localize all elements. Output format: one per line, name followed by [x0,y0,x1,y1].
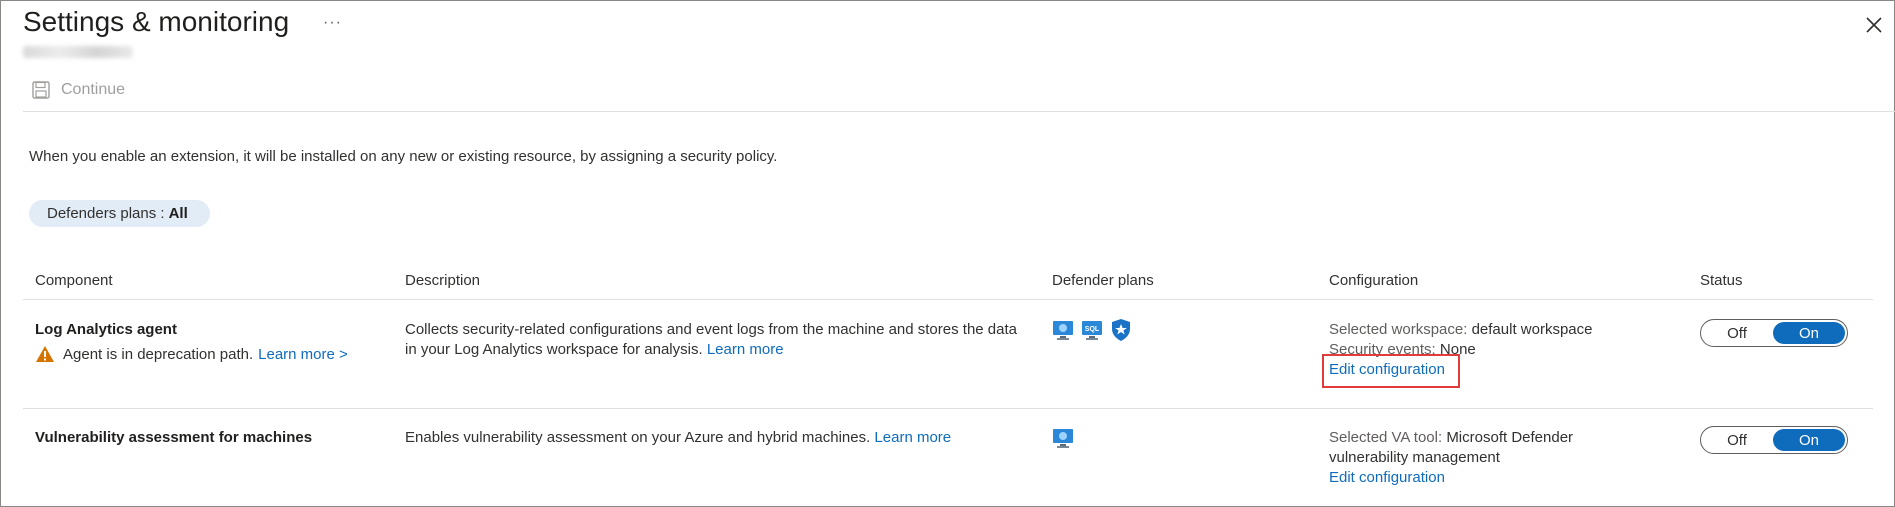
toggle-off-label[interactable]: Off [1701,432,1773,449]
learn-more-link[interactable]: Learn more > [258,346,348,363]
save-icon [32,81,50,99]
shield-icon [1112,319,1130,341]
server-icon [1053,429,1073,448]
filter-value: All [168,205,188,222]
intro-text: When you enable an extension, it will be… [29,148,778,165]
toolbar-divider [23,111,1895,112]
deprecation-warning: Agent is in deprecation path. Learn more… [35,345,348,363]
column-header-status: Status [1700,272,1743,289]
toggle-on-label[interactable]: On [1773,429,1845,451]
column-header-configuration: Configuration [1329,272,1419,289]
config-value: default workspace [1471,321,1593,338]
toggle-on-label[interactable]: On [1773,322,1845,344]
component-description: Collects security-related configurations… [405,320,1025,360]
column-header-component: Component [35,272,113,289]
warning-text: Agent is in deprecation path. [63,345,254,363]
resource-name-redacted [23,46,133,58]
component-description: Enables vulnerability assessment on your… [405,428,1025,448]
defender-plans-filter[interactable]: Defenders plans : All [29,200,210,227]
server-icon [1053,321,1073,340]
svg-text:SQL: SQL [1085,326,1100,333]
defender-plan-icons: SQL [1051,318,1133,342]
continue-button[interactable]: Continue [31,80,125,100]
description-text: Enables vulnerability assessment on your… [405,429,871,446]
component-name: Vulnerability assessment for machines [35,429,313,446]
edit-configuration-link[interactable]: Edit configuration [1329,469,1445,486]
row-divider [23,408,1873,409]
toggle-off-label[interactable]: Off [1701,325,1773,342]
config-label: Selected workspace: [1329,321,1468,338]
sql-icon: SQL [1082,321,1102,340]
config-label: Selected VA tool: [1329,429,1443,446]
defender-plan-icons [1051,426,1075,450]
page-title: Settings & monitoring [23,6,290,37]
highlight-box [1322,354,1460,388]
more-options-button[interactable]: ··· [323,14,342,32]
configuration-details: Selected VA tool: Microsoft Defender vul… [1329,428,1649,488]
status-toggle[interactable]: Off On [1700,426,1848,454]
learn-more-link[interactable]: Learn more [707,341,784,358]
column-header-description: Description [405,272,481,289]
continue-label: Continue [61,81,126,98]
close-icon[interactable] [1861,12,1887,38]
column-header-defender-plans: Defender plans [1052,272,1154,289]
filter-label: Defenders plans : [47,205,165,222]
component-name: Log Analytics agent [35,321,177,338]
header-divider [23,299,1873,300]
warning-icon [36,346,54,362]
learn-more-link[interactable]: Learn more [874,429,951,446]
status-toggle[interactable]: Off On [1700,319,1848,347]
